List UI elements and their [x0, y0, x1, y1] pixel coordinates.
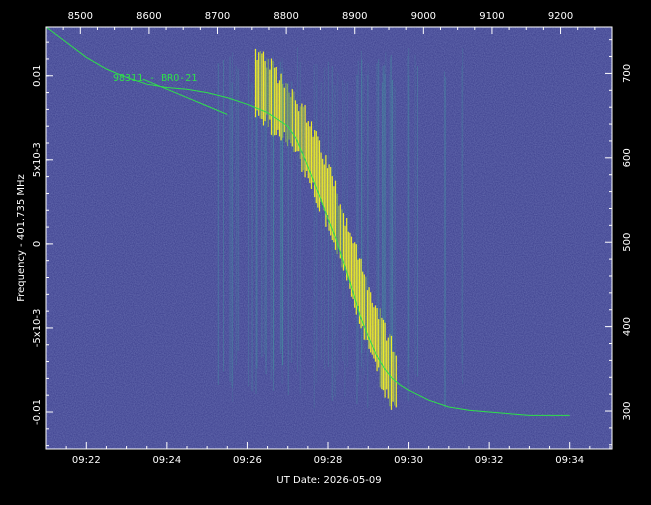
x-bottom-tick-label: 09:26 [233, 455, 262, 466]
y-left-tick-label: 0.01 [32, 65, 43, 87]
x-top-tick-label: 9100 [479, 11, 504, 22]
x-top-tick-label: 8600 [136, 11, 161, 22]
plot-noise-texture [46, 27, 612, 449]
x-top-tick-label: 8800 [273, 11, 298, 22]
y-right-tick-label: 500 [622, 233, 633, 252]
y-axis-label: Frequency - 401.735 MHz [16, 174, 27, 302]
x-top-tick-label: 9200 [548, 11, 573, 22]
doppler-spectrogram-chart: 98311 - BRO-21 09:22 09:24 09:26 09:28 09:30… [0, 0, 651, 500]
x-top-tick-label: 8900 [342, 11, 367, 22]
x-bottom-tick-label: 09:32 [475, 455, 504, 466]
x-bottom-tick-label: 09:34 [555, 455, 584, 466]
x-bottom-tick-label: 09:22 [72, 455, 101, 466]
x-top-tick-label: 9000 [411, 11, 436, 22]
y-left-tick-label: 5x10-3 [32, 142, 43, 177]
y-right-tick-label: 300 [622, 401, 633, 420]
curve-annotation: 98311 - BRO-21 [113, 73, 197, 84]
y-right-tick-label: 600 [622, 148, 633, 167]
y-left-tick-label: 0 [32, 241, 43, 247]
plot-area: 98311 - BRO-21 [45, 26, 613, 450]
x-top-tick-label: 8700 [205, 11, 230, 22]
y-right-tick-label: 400 [622, 317, 633, 336]
y-left-tick-label: -5x10-3 [32, 309, 43, 348]
y-left-tick-label: -0.01 [32, 399, 43, 425]
x-bottom-tick-label: 09:30 [394, 455, 423, 466]
x-axis-label: UT Date: 2026-05-09 [276, 475, 381, 486]
x-bottom-tick-label: 09:28 [314, 455, 343, 466]
y-right-tick-label: 700 [622, 64, 633, 83]
x-bottom-tick-label: 09:24 [152, 455, 181, 466]
x-top-tick-label: 8500 [68, 11, 93, 22]
